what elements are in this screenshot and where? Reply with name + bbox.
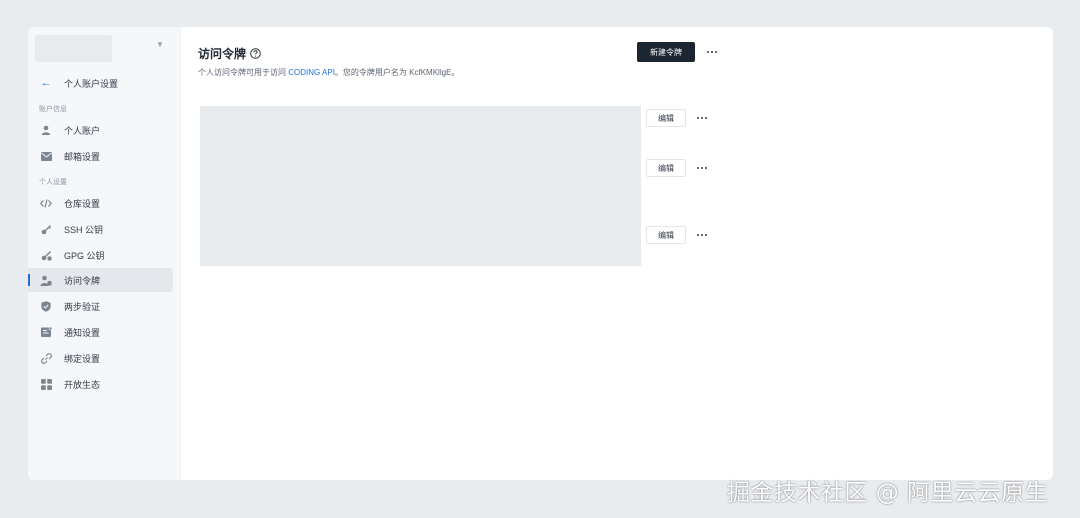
sidebar-item-label: 绑定设置: [64, 353, 101, 364]
sidebar-item-bindings[interactable]: 绑定设置: [28, 346, 173, 370]
sidebar-item-ssh-keys[interactable]: SSH 公钥: [28, 217, 173, 241]
help-icon[interactable]: [250, 46, 261, 59]
sidebar-item-label: GPG 公钥: [64, 250, 105, 261]
sidebar-item-label: SSH 公钥: [64, 224, 104, 235]
app-window: ▼ ← 个人账户设置 账户信息 个人账户 邮箱设置 个人设置 仓库设置 SSH …: [28, 27, 1053, 480]
main-content: 访问令牌 个人访问令牌可用于访问 CODING API。您的令牌用户名为 Kcf…: [181, 27, 1053, 480]
edit-token-button[interactable]: 编辑: [646, 109, 686, 127]
apps-icon: [28, 378, 64, 390]
more-options-icon[interactable]: [704, 46, 720, 58]
group-label-account-info: 账户信息: [39, 106, 67, 113]
sidebar-item-label: 个人账户: [64, 125, 101, 136]
sidebar-item-label: 邮箱设置: [64, 151, 101, 162]
gpg-key-icon: [28, 250, 64, 261]
sidebar-item-label: 开放生态: [64, 379, 101, 390]
code-icon: [28, 198, 64, 208]
sidebar-item-gpg-keys[interactable]: GPG 公钥: [28, 243, 173, 267]
new-token-button[interactable]: 新建令牌: [637, 42, 695, 62]
sidebar-item-label: 两步验证: [64, 301, 101, 312]
notification-icon: [28, 327, 64, 337]
sidebar-item-repository[interactable]: 仓库设置: [28, 191, 173, 215]
subtitle-text: 个人访问令牌可用于访问: [198, 68, 289, 77]
mail-icon: [28, 151, 64, 161]
sidebar-item-notifications[interactable]: 通知设置: [28, 320, 173, 344]
sidebar: ▼ ← 个人账户设置 账户信息 个人账户 邮箱设置 个人设置 仓库设置 SSH …: [28, 27, 181, 480]
user-icon: [28, 125, 64, 135]
user-token-icon: [28, 275, 64, 286]
team-switcher[interactable]: [35, 35, 112, 62]
sidebar-item-label: 仓库设置: [64, 198, 101, 209]
token-list-placeholder: [200, 106, 641, 266]
page-title: 访问令牌: [198, 47, 247, 61]
shield-icon: [28, 300, 64, 312]
sidebar-item-personal-account[interactable]: 个人账户: [28, 118, 173, 142]
link-icon: [28, 352, 64, 364]
back-label: 个人账户设置: [64, 78, 119, 89]
token-more-icon[interactable]: [694, 112, 710, 124]
chevron-down-icon[interactable]: ▼: [156, 39, 164, 51]
arrow-left-icon: ←: [40, 77, 52, 89]
sidebar-item-open-ecosystem[interactable]: 开放生态: [28, 372, 173, 396]
sidebar-item-access-tokens[interactable]: 访问令牌: [28, 268, 173, 292]
key-icon: [28, 224, 64, 235]
page-subtitle: 个人访问令牌可用于访问 CODING API。您的令牌用户名为 KcfKMKll…: [198, 67, 459, 78]
edit-token-button[interactable]: 编辑: [646, 159, 686, 177]
subtitle-text-suffix: 。您的令牌用户名为 KcfKMKllgE。: [334, 68, 460, 77]
edit-token-button[interactable]: 编辑: [646, 226, 686, 244]
sidebar-item-two-factor[interactable]: 两步验证: [28, 294, 173, 318]
sidebar-item-label: 通知设置: [64, 327, 101, 338]
coding-api-link[interactable]: CODING API: [288, 68, 335, 77]
group-label-personal-settings: 个人设置: [39, 179, 67, 186]
watermark-text: 掘金技术社区 @ 阿里云云原生: [727, 480, 1049, 506]
sidebar-item-label: 访问令牌: [64, 275, 101, 286]
sidebar-item-email[interactable]: 邮箱设置: [28, 144, 173, 168]
token-more-icon[interactable]: [694, 162, 710, 174]
back-to-account-settings[interactable]: ← 个人账户设置: [28, 73, 180, 93]
token-more-icon[interactable]: [694, 229, 710, 241]
